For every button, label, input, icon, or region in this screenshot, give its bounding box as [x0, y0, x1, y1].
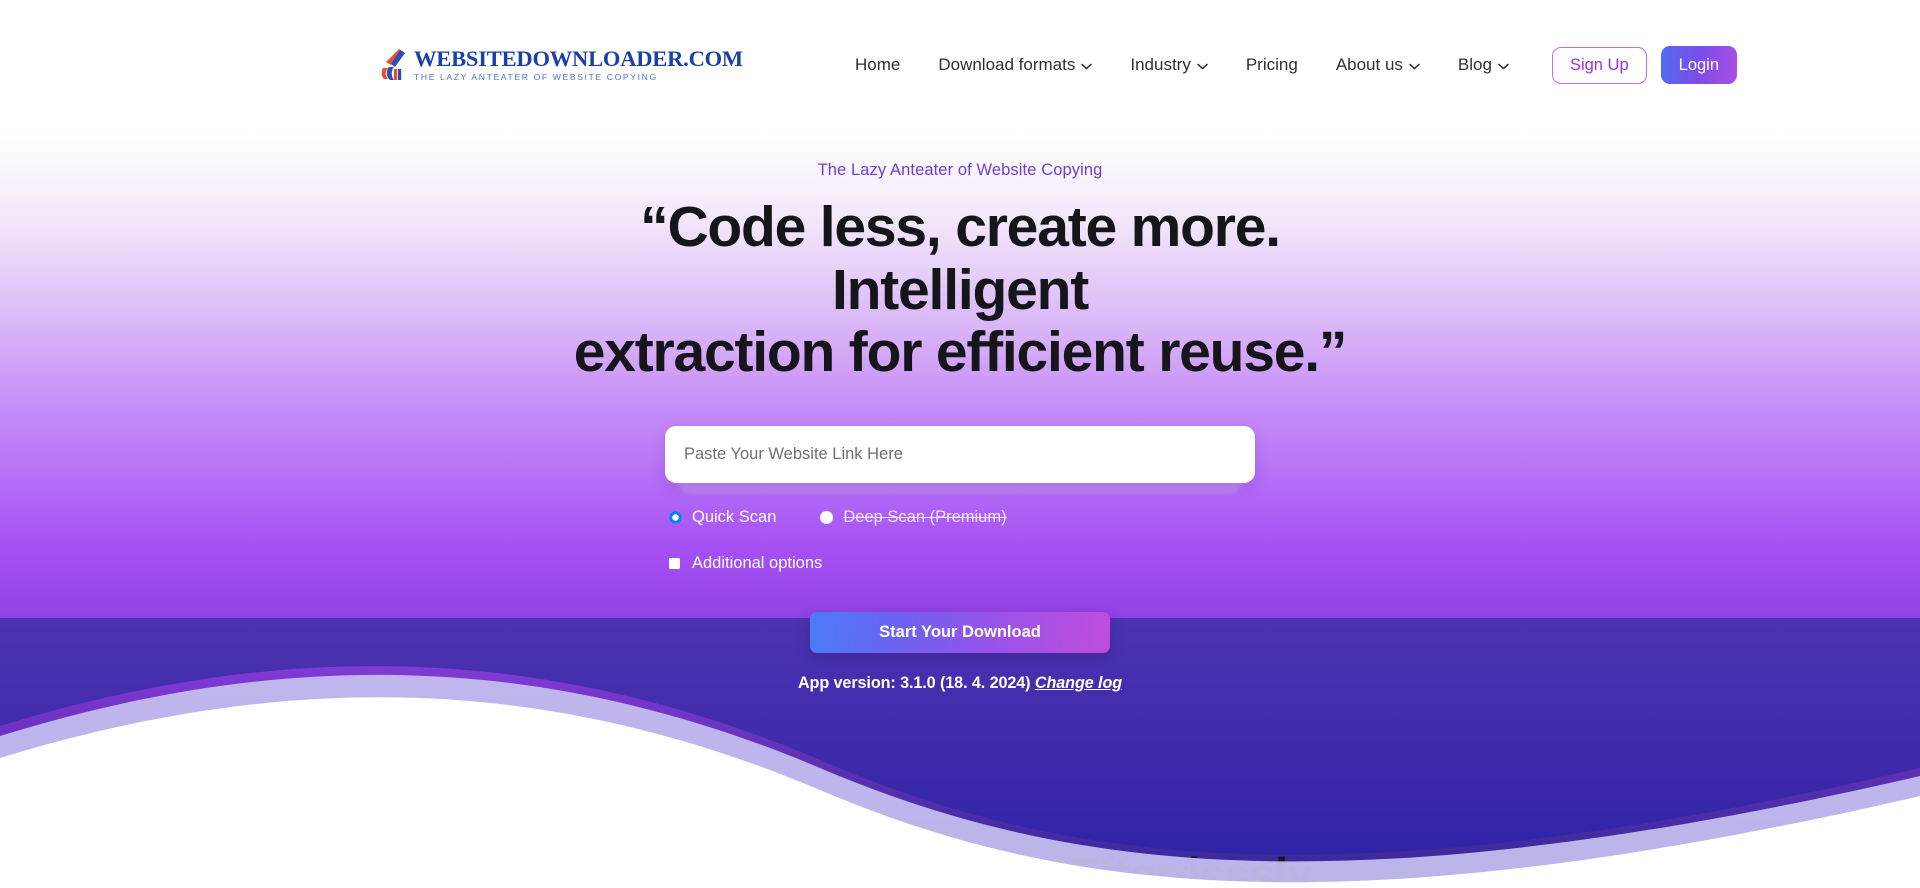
nav-item-pricing[interactable]: Pricing: [1227, 55, 1317, 75]
chevron-down-icon: [1081, 63, 1093, 69]
start-download-button[interactable]: Start Your Download: [810, 612, 1110, 654]
main-navigation: Home Download formats Industry Pricing A…: [836, 55, 1528, 75]
additional-options-label: Additional options: [692, 554, 823, 573]
hero-content: The Lazy Anteater of Website Copying “Co…: [0, 130, 1920, 693]
nav-label-home: Home: [854, 55, 901, 74]
page-root: WEBSITEDOWNLOADER.COM THE LAZY ANTEATER …: [0, 0, 1920, 888]
nav-item-about-us[interactable]: About us: [1317, 55, 1439, 75]
nav-label-industry: Industry: [1130, 55, 1191, 74]
scan-option-label-deep: Deep Scan (Premium): [843, 508, 1007, 527]
scan-option-quick[interactable]: Quick Scan: [669, 508, 776, 527]
logo-subtitle: THE LAZY ANTEATER OF WEBSITE COPYING: [414, 72, 658, 83]
login-button[interactable]: Login: [1660, 46, 1738, 84]
logo-title: WEBSITEDOWNLOADER.COM: [414, 45, 743, 71]
cta-wrapper: Start Your Download: [0, 612, 1920, 654]
hero-section: The Lazy Anteater of Website Copying “Co…: [0, 130, 1920, 888]
sign-up-button[interactable]: Sign Up: [1551, 46, 1647, 84]
chevron-down-icon: [1498, 63, 1509, 69]
scan-option-label-quick: Quick Scan: [692, 508, 777, 527]
logo-text-block: WEBSITEDOWNLOADER.COM THE LAZY ANTEATER …: [414, 45, 743, 83]
site-logo[interactable]: WEBSITEDOWNLOADER.COM THE LAZY ANTEATER …: [379, 45, 743, 83]
additional-options-checkbox[interactable]: [669, 558, 680, 570]
app-version-line: App version: 3.1.0 (18. 4. 2024) Change …: [0, 674, 1920, 693]
search-field-wrapper: [665, 426, 1255, 495]
nav-label-pricing: Pricing: [1245, 55, 1298, 74]
nav-label-download-formats: Download formats: [938, 55, 1076, 74]
app-version-text: App version: 3.1.0 (18. 4. 2024): [797, 674, 1031, 693]
scan-option-deep[interactable]: Deep Scan (Premium): [820, 508, 1007, 527]
nav-item-download-formats[interactable]: Download formats: [919, 55, 1111, 75]
scan-options-group: Quick Scan Deep Scan (Premium) Additiona…: [665, 508, 1255, 573]
additional-options-row[interactable]: Additional options: [669, 554, 1255, 573]
radio-quick-scan[interactable]: [669, 511, 682, 525]
hero-headline: “Code less, create more. Intelligent ext…: [510, 196, 1410, 384]
anteater-logo-icon: [381, 49, 405, 80]
scan-mode-radio-row: Quick Scan Deep Scan (Premium): [669, 508, 1255, 527]
auth-buttons: Sign Up Login: [1551, 46, 1738, 84]
nav-label-about-us: About us: [1335, 55, 1403, 74]
nav-item-blog[interactable]: Blog: [1439, 55, 1528, 75]
chevron-down-icon: [1197, 63, 1208, 69]
nav-label-blog: Blog: [1457, 55, 1492, 74]
change-log-link[interactable]: Change log: [1035, 674, 1122, 692]
site-header: WEBSITEDOWNLOADER.COM THE LAZY ANTEATER …: [0, 0, 1920, 130]
nav-item-industry[interactable]: Industry: [1111, 55, 1226, 75]
chevron-down-icon: [1409, 63, 1420, 69]
website-link-input[interactable]: [665, 426, 1255, 484]
hero-eyebrow: The Lazy Anteater of Website Copying: [817, 161, 1103, 179]
header-inner: WEBSITEDOWNLOADER.COM THE LAZY ANTEATER …: [0, 46, 1920, 84]
radio-deep-scan[interactable]: [820, 511, 834, 525]
nav-item-home[interactable]: Home: [836, 55, 919, 75]
headline-line-1: “Code less, create more. Intelligent: [640, 195, 1281, 322]
headline-line-2: extraction for efficient reuse.”: [573, 320, 1348, 385]
